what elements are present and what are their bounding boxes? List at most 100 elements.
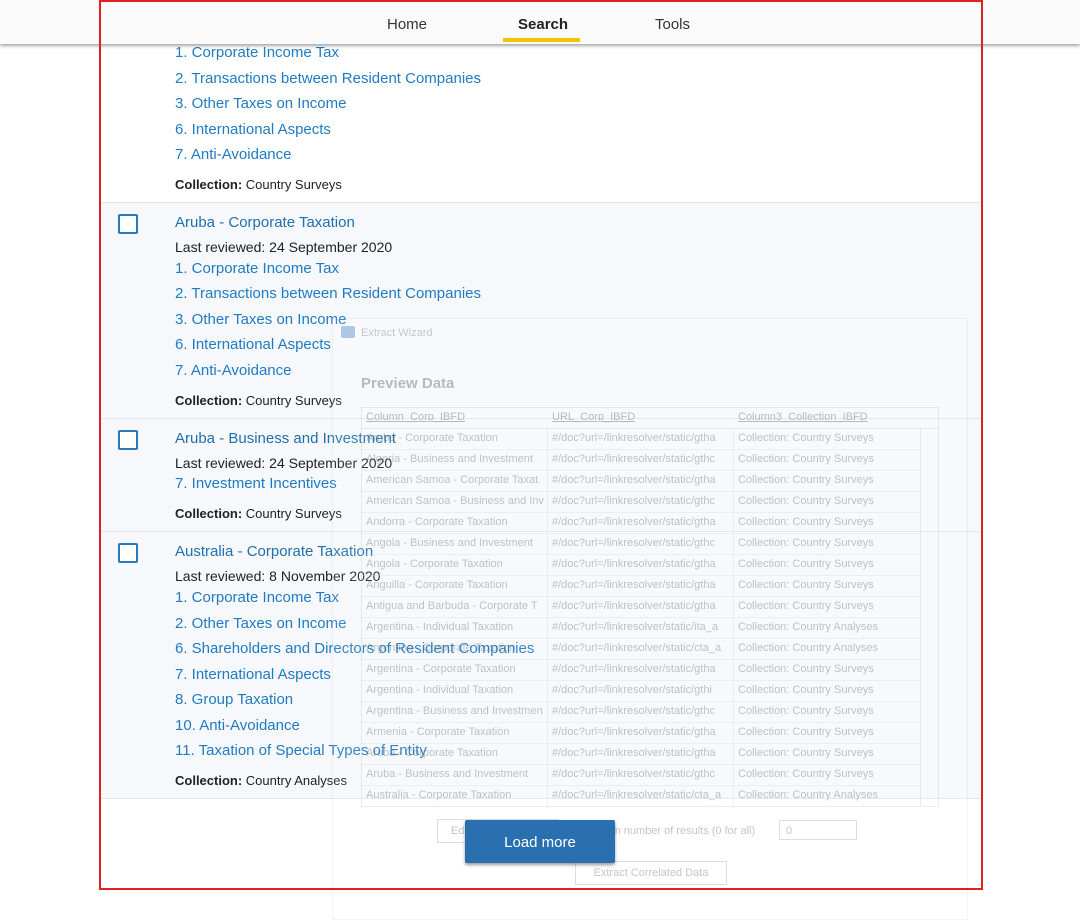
grid-column-header[interactable]: URL_Corp_IBFD (552, 411, 635, 423)
result-checkbox[interactable] (118, 543, 138, 563)
grid-row[interactable]: Argentina - Individual Taxation #/doc?url… (362, 617, 920, 639)
preview-data-grid[interactable]: Column_Corp_IBFD URL_Corp_IBFD Column3_C… (361, 407, 939, 807)
collection-label: Collection: (175, 506, 243, 521)
collection-value: Country Surveys (245, 506, 342, 521)
grid-column-header[interactable]: Column_Corp_IBFD (366, 411, 465, 423)
grid-cell: #/doc?url=/linkresolver/static/gthi (552, 684, 712, 696)
result-section-link[interactable]: 2. Transactions between Resident Compani… (175, 285, 481, 302)
grid-header: Column_Corp_IBFD URL_Corp_IBFD Column3_C… (362, 408, 938, 429)
grid-row[interactable]: Argentina - Business and Investmen #/doc?… (362, 701, 920, 723)
collection-label: Collection: (175, 177, 243, 192)
grid-cell: Collection: Country Surveys (738, 705, 874, 717)
result-section-link[interactable]: 7. Anti-Avoidance (175, 146, 291, 163)
grid-row[interactable]: Antigua and Barbuda - Corporate T #/doc?u… (362, 596, 920, 618)
grid-row[interactable]: Armenia - Corporate Taxation #/doc?url=/l… (362, 722, 920, 744)
grid-cell: Argentina - Corporate Taxation (366, 663, 516, 675)
grid-row[interactable]: Argentina - Corporate Taxation #/doc?url=… (362, 659, 920, 681)
grid-cell: Anguilla - Corporate Taxation (366, 579, 508, 591)
result-section-link[interactable]: 6. International Aspects (175, 121, 331, 138)
grid-cell: Argentina - Business and Investmen (366, 705, 543, 717)
extract-correlated-data-button[interactable]: Extract Correlated Data (575, 861, 727, 885)
grid-row[interactable]: Aruba - Corporate Taxation #/doc?url=/lin… (362, 428, 920, 450)
result-section-link[interactable]: 3. Other Taxes on Income (175, 311, 346, 328)
grid-cell: #/doc?url=/linkresolver/static/gthc (552, 495, 715, 507)
grid-row[interactable]: Angola - Business and Investment #/doc?ur… (362, 533, 920, 555)
grid-cell: Collection: Country Surveys (738, 768, 874, 780)
load-more-button[interactable]: Load more (465, 820, 615, 863)
result-last-reviewed: Last reviewed: 24 September 2020 (175, 239, 393, 255)
grid-row[interactable]: Argentina - Corporate Taxation #/doc?url=… (362, 638, 920, 660)
result-section-link[interactable]: 3. Other Taxes on Income (175, 95, 346, 112)
grid-column-header[interactable]: Column3_Collection_IBFD (738, 411, 868, 423)
wizard-title: Extract Wizard (361, 327, 433, 339)
tab-search[interactable]: Search (518, 16, 568, 33)
grid-cell: #/doc?url=/linkresolver/static/gtha (552, 558, 716, 570)
grid-cell: Argentina - Individual Taxation (366, 684, 514, 696)
grid-cell: Argentina - Individual Taxation (366, 621, 514, 633)
grid-row[interactable]: Anguilla - Corporate Taxation #/doc?url=/… (362, 575, 920, 597)
grid-scrollbar[interactable] (920, 428, 938, 806)
grid-row[interactable]: American Samoa - Corporate Taxat #/doc?ur… (362, 470, 920, 492)
grid-cell: #/doc?url=/linkresolver/static/gtha (552, 579, 716, 591)
grid-cell: Collection: Country Surveys (738, 663, 874, 675)
result-section-link[interactable]: 1. Corporate Income Tax (175, 260, 339, 277)
grid-row[interactable]: Argentina - Individual Taxation #/doc?url… (362, 680, 920, 702)
grid-cell: American Samoa - Business and Inv (366, 495, 544, 507)
result-section-link[interactable]: 7. Anti-Avoidance (175, 362, 291, 379)
grid-cell: #/doc?url=/linkresolver/static/ita_a (552, 621, 718, 633)
result-section-link[interactable]: 7. International Aspects (175, 666, 331, 683)
grid-cell: Collection: Country Analyses (738, 642, 879, 654)
grid-cell: #/doc?url=/linkresolver/static/gtha (552, 516, 716, 528)
result-collection: Collection: Country Surveys (175, 506, 342, 521)
grid-cell: #/doc?url=/linkresolver/static/cta_a (552, 642, 722, 654)
extract-wizard-window: Extract Wizard Preview Data Column_Corp_… (332, 318, 968, 920)
grid-cell: #/doc?url=/linkresolver/static/gtha (552, 600, 716, 612)
collection-label: Collection: (175, 393, 243, 408)
grid-cell: Collection: Country Surveys (738, 537, 874, 549)
result-checkbox[interactable] (118, 214, 138, 234)
result-section-link[interactable]: 2. Other Taxes on Income (175, 615, 346, 632)
grid-row[interactable]: Australia - Corporate Taxation #/doc?url=… (362, 785, 920, 806)
grid-row[interactable]: Angola - Corporate Taxation #/doc?url=/li… (362, 554, 920, 576)
grid-cell: Collection: Country Surveys (738, 495, 874, 507)
result-section-link[interactable]: 1. Corporate Income Tax (175, 44, 339, 61)
grid-cell: Collection: Country Surveys (738, 747, 874, 759)
grid-row[interactable]: Algeria - Business and Investment #/doc?u… (362, 449, 920, 471)
max-results-input[interactable]: 0 (779, 820, 857, 840)
grid-cell: Collection: Country Surveys (738, 516, 874, 528)
tab-tools[interactable]: Tools (655, 16, 690, 33)
result-collection: Collection: Country Surveys (175, 393, 342, 408)
result-section-link[interactable]: 6. International Aspects (175, 336, 331, 353)
grid-cell: Collection: Country Analyses (738, 789, 879, 801)
grid-cell: #/doc?url=/linkresolver/static/gtha (552, 474, 716, 486)
grid-cell: Collection: Country Surveys (738, 474, 874, 486)
result-section-link[interactable]: 10. Anti-Avoidance (175, 717, 300, 734)
result-title-link[interactable]: Aruba - Corporate Taxation (175, 214, 355, 231)
grid-cell: Angola - Business and Investment (366, 537, 533, 549)
tab-home[interactable]: Home (387, 16, 427, 33)
grid-row[interactable]: Andorra - Corporate Taxation #/doc?url=/l… (362, 512, 920, 534)
result-checkbox[interactable] (118, 430, 138, 450)
grid-cell: #/doc?url=/linkresolver/static/gthc (552, 537, 715, 549)
grid-cell: Australia - Corporate Taxation (366, 789, 512, 801)
wizard-app-icon (341, 326, 355, 338)
result-section-link[interactable]: 7. Investment Incentives (175, 475, 337, 492)
grid-cell: #/doc?url=/linkresolver/static/cta_a (552, 789, 722, 801)
grid-cell: Algeria - Business and Investment (366, 453, 533, 465)
top-navigation: Home Search Tools (0, 0, 1080, 44)
result-collection: Collection: Country Surveys (175, 177, 342, 192)
result-section-link[interactable]: 8. Group Taxation (175, 691, 293, 708)
grid-row[interactable]: American Samoa - Business and Inv #/doc?u… (362, 491, 920, 513)
grid-row[interactable]: Aruba - Corporate Taxation #/doc?url=/lin… (362, 743, 920, 765)
grid-cell: American Samoa - Corporate Taxat (366, 474, 539, 486)
grid-cell: #/doc?url=/linkresolver/static/gtha (552, 726, 716, 738)
grid-cell: Collection: Country Surveys (738, 432, 874, 444)
grid-cell: Collection: Country Surveys (738, 600, 874, 612)
collection-label: Collection: (175, 773, 243, 788)
grid-cell: Armenia - Corporate Taxation (366, 726, 510, 738)
result-section-link[interactable]: 2. Transactions between Resident Compani… (175, 70, 481, 87)
grid-cell: Aruba - Corporate Taxation (366, 747, 498, 759)
collection-value: Country Surveys (245, 393, 342, 408)
grid-row[interactable]: Aruba - Business and Investment #/doc?url… (362, 764, 920, 786)
result-section-link[interactable]: 1. Corporate Income Tax (175, 589, 339, 606)
